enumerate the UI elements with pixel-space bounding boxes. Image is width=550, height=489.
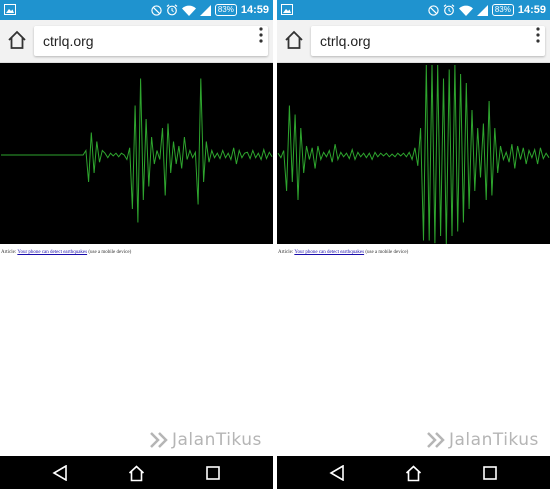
- alarm-icon: [166, 4, 178, 16]
- clock: 14:59: [517, 4, 546, 16]
- wifi-icon: [458, 5, 473, 16]
- browser-toolbar: ctrlq.org: [277, 20, 550, 63]
- clock: 14:59: [240, 4, 269, 16]
- recents-icon[interactable]: [206, 466, 220, 480]
- do-not-disturb-icon: [428, 4, 439, 16]
- status-icons: 83% 14:59: [151, 0, 269, 20]
- seismograph-trace: [277, 64, 550, 244]
- alarm-icon: [443, 4, 455, 16]
- status-icons: 83% 14:59: [428, 0, 546, 20]
- watermark: JalanTikus: [150, 428, 262, 452]
- article-link[interactable]: Your phone can detect earthquakes: [17, 250, 87, 255]
- url-text[interactable]: ctrlq.org: [43, 33, 94, 49]
- status-bar: 83% 14:59: [0, 0, 273, 20]
- do-not-disturb-icon: [151, 4, 162, 16]
- nav-home-icon[interactable]: [405, 465, 422, 482]
- browser-toolbar: ctrlq.org: [0, 20, 273, 63]
- battery-indicator: 83%: [491, 4, 514, 16]
- seismograph-canvas: [0, 63, 273, 244]
- recents-icon[interactable]: [483, 466, 497, 480]
- android-nav-bar: [277, 456, 550, 489]
- signal-icon: [199, 4, 211, 16]
- status-bar: 83% 14:59: [277, 0, 550, 20]
- article-line: Article: Your phone can detect earthquak…: [1, 250, 131, 255]
- android-nav-bar: [0, 456, 273, 489]
- overflow-menu-icon[interactable]: [255, 26, 267, 44]
- image-notification-icon: [4, 4, 16, 15]
- battery-indicator: 83%: [214, 4, 237, 16]
- phone-screen-right: 83% 14:59 ctrlq.org Article: Your phone …: [277, 0, 550, 489]
- phone-screen-left: 83% 14:59 ctrlq.org Article: Your phone …: [0, 0, 273, 489]
- article-prefix: Article:: [278, 250, 295, 255]
- nav-home-icon[interactable]: [128, 465, 145, 482]
- seismograph-trace: [1, 78, 273, 223]
- signal-icon: [476, 4, 488, 16]
- watermark: JalanTikus: [427, 428, 539, 452]
- image-notification-icon: [281, 4, 293, 15]
- seismograph-canvas: [277, 63, 550, 244]
- article-prefix: Article:: [1, 250, 18, 255]
- url-text[interactable]: ctrlq.org: [320, 33, 371, 49]
- address-bar[interactable]: ctrlq.org: [311, 26, 545, 56]
- watermark-text: JalanTikus: [172, 430, 262, 450]
- seismograph-plot: [277, 64, 550, 244]
- article-link[interactable]: Your phone can detect earthquakes: [294, 250, 364, 255]
- article-line: Article: Your phone can detect earthquak…: [278, 250, 408, 255]
- home-icon[interactable]: [6, 29, 28, 51]
- watermark-text: JalanTikus: [449, 430, 539, 450]
- overflow-menu-icon[interactable]: [532, 26, 544, 44]
- double-chevron-logo-icon: [427, 432, 445, 448]
- wifi-icon: [181, 5, 196, 16]
- home-icon[interactable]: [283, 29, 305, 51]
- article-suffix: (use a mobile device): [87, 250, 132, 255]
- article-suffix: (use a mobile device): [364, 250, 409, 255]
- double-chevron-logo-icon: [150, 432, 168, 448]
- back-icon[interactable]: [329, 465, 345, 481]
- seismograph-plot: [1, 78, 273, 223]
- back-icon[interactable]: [52, 465, 68, 481]
- address-bar[interactable]: ctrlq.org: [34, 26, 268, 56]
